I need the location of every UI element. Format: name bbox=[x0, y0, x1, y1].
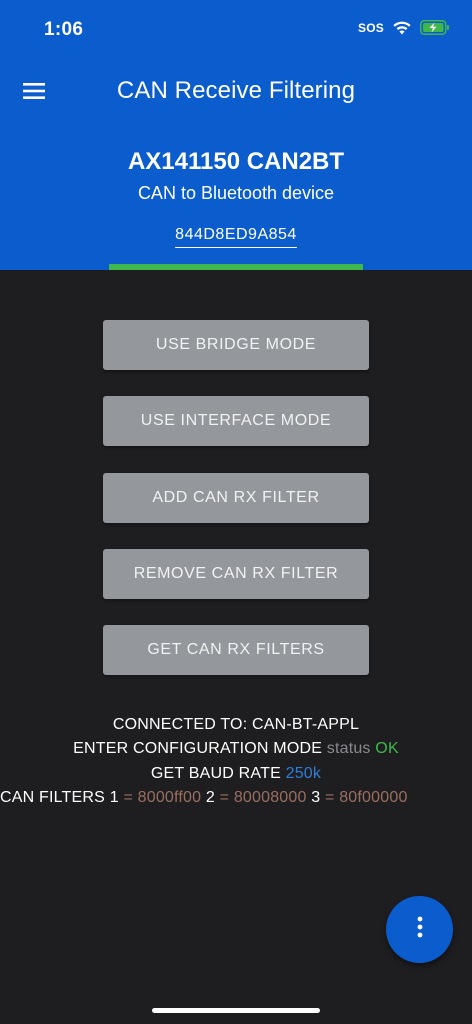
connected-value: CAN-BT-APPL bbox=[252, 716, 360, 733]
config-status-label: status bbox=[326, 740, 376, 757]
remove-can-rx-filter-button[interactable]: REMOVE CAN RX FILTER bbox=[103, 549, 369, 599]
status-time: 1:06 bbox=[44, 19, 84, 40]
device-mac-text: 844D8ED9A854 bbox=[175, 226, 297, 248]
more-vertical-icon bbox=[416, 915, 424, 944]
app-header: 1:06 SOS CAN Receive Filtering AX141150 … bbox=[0, 0, 472, 270]
wifi-icon bbox=[392, 20, 412, 35]
use-interface-mode-button[interactable]: USE INTERFACE MODE bbox=[103, 396, 369, 446]
filter-index-2: 2 bbox=[205, 789, 215, 806]
filter-index-1: 1 bbox=[109, 789, 119, 806]
connected-to-line: CONNECTED TO: CAN-BT-APPL bbox=[0, 716, 472, 734]
device-name: AX141150 CAN2BT bbox=[127, 148, 345, 175]
configuration-mode-line: ENTER CONFIGURATION MODE status OK bbox=[0, 740, 472, 758]
use-bridge-mode-button[interactable]: USE BRIDGE MODE bbox=[103, 320, 369, 370]
connected-label: CONNECTED TO: bbox=[112, 716, 252, 733]
filter-value-2: = 80008000 bbox=[214, 789, 312, 806]
page-title: CAN Receive Filtering bbox=[116, 77, 356, 104]
config-label: ENTER CONFIGURATION MODE bbox=[73, 740, 327, 757]
baud-rate-line: GET BAUD RATE 250k bbox=[0, 765, 472, 783]
home-indicator[interactable] bbox=[152, 1008, 320, 1013]
status-icons: SOS bbox=[358, 20, 450, 35]
filter-value-3: = 80f00000 bbox=[320, 789, 408, 806]
battery-charging-icon bbox=[420, 20, 450, 35]
more-options-button[interactable] bbox=[386, 896, 453, 963]
connection-indicator bbox=[109, 264, 363, 270]
device-mac-address: 844D8ED9A854 bbox=[0, 226, 472, 248]
add-can-rx-filter-button[interactable]: ADD CAN RX FILTER bbox=[103, 473, 369, 523]
filter-index-3: 3 bbox=[311, 789, 321, 806]
config-status-value: OK bbox=[375, 740, 399, 757]
filters-label: CAN FILTERS bbox=[0, 789, 110, 806]
sos-label: SOS bbox=[358, 20, 384, 35]
filter-value-1: = 8000ff00 bbox=[118, 789, 206, 806]
baud-value: 250k bbox=[285, 765, 322, 782]
can-filters-line: CAN FILTERS 1 = 8000ff00 2 = 80008000 3 … bbox=[0, 789, 472, 807]
screen: 1:06 SOS CAN Receive Filtering AX141150 … bbox=[0, 0, 472, 1024]
get-can-rx-filters-button[interactable]: GET CAN RX FILTERS bbox=[103, 625, 369, 675]
device-description: CAN to Bluetooth device bbox=[137, 183, 335, 203]
baud-label: GET BAUD RATE bbox=[150, 765, 286, 782]
